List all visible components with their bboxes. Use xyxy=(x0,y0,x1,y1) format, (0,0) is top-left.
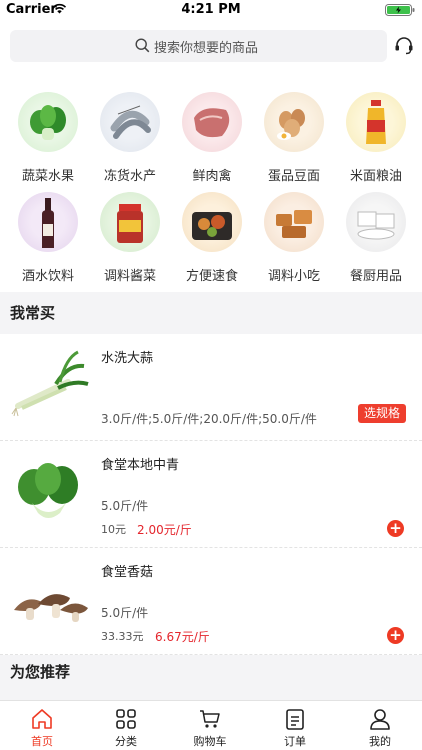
product-spec: 3.0斤/件;5.0斤/件;20.0斤/件;50.0斤/件 xyxy=(101,412,317,426)
product-image-greens xyxy=(18,463,78,518)
add-to-cart-button[interactable]: + xyxy=(387,627,404,644)
product-card[interactable]: 水洗大蒜 3.0斤/件;5.0斤/件;20.0斤/件;50.0斤/件 选规格 xyxy=(0,334,422,441)
battery-icon xyxy=(385,4,415,16)
category-label: 鲜肉禽 xyxy=(192,169,232,184)
category-vegetables[interactable]: 蔬菜水果 xyxy=(8,92,88,192)
section-title-recommend: 为您推荐 xyxy=(10,663,71,681)
category-label: 餐厨用品 xyxy=(349,269,402,284)
tab-cart[interactable]: 购物车 xyxy=(168,701,252,750)
category-tableware[interactable]: 餐厨用品 xyxy=(336,192,416,292)
product-name: 食堂香菇 xyxy=(101,565,154,580)
category-label: 米面粮油 xyxy=(349,169,402,184)
meat-icon xyxy=(182,92,242,152)
wine-icon xyxy=(18,192,78,252)
order-icon xyxy=(286,709,304,730)
clock: 4:21 PM xyxy=(181,2,241,17)
search-bar[interactable]: 搜索你想要的商品 xyxy=(10,30,387,62)
product-unit-price: 33.33元 xyxy=(101,630,144,643)
category-snacks[interactable]: 调料小吃 xyxy=(254,192,334,292)
product-name: 水洗大蒜 xyxy=(101,351,154,366)
product-name: 食堂本地中青 xyxy=(101,458,180,473)
category-sauces[interactable]: 调料酱菜 xyxy=(90,192,170,292)
category-label: 蔬菜水果 xyxy=(21,169,74,184)
product-image-garlic xyxy=(11,350,89,417)
tab-label: 购物车 xyxy=(193,735,227,748)
search-placeholder: 搜索你想要的商品 xyxy=(154,41,259,56)
tab-label: 我的 xyxy=(369,735,391,748)
section-title-frequent: 我常买 xyxy=(10,304,56,322)
snack-icon xyxy=(264,192,324,252)
customer-service-icon[interactable] xyxy=(394,36,414,56)
category-label: 调料小吃 xyxy=(267,269,320,284)
tab-home[interactable]: 首页 xyxy=(0,701,84,750)
category-rice-oil[interactable]: 米面粮油 xyxy=(336,92,416,192)
category-label: 蛋品豆面 xyxy=(267,169,320,184)
category-label: 调料酱菜 xyxy=(103,269,156,284)
tableware-icon xyxy=(346,192,406,252)
category-eggs-tofu[interactable]: 蛋品豆面 xyxy=(254,92,334,192)
category-frozen-seafood[interactable]: 冻货水产 xyxy=(90,92,170,192)
oil-icon xyxy=(346,92,406,152)
tab-label: 首页 xyxy=(31,735,53,748)
egg-icon xyxy=(264,92,324,152)
sauce-jar-icon xyxy=(100,192,160,252)
category-instant-food[interactable]: 方便速食 xyxy=(172,192,252,292)
tab-bar: 首页 分类 购物车 订单 我的 xyxy=(0,700,422,750)
product-price: 2.00元/斤 xyxy=(137,523,192,537)
product-spec: 5.0斤/件 xyxy=(101,606,149,620)
home-icon xyxy=(32,709,52,729)
select-spec-button[interactable]: 选规格 xyxy=(357,404,406,423)
category-fresh-meat[interactable]: 鲜肉禽 xyxy=(172,92,252,192)
grid-icon xyxy=(116,709,136,729)
tab-label: 分类 xyxy=(115,735,137,748)
instant-food-icon xyxy=(182,192,242,252)
status-bar: Carrier 4:21 PM xyxy=(0,0,422,20)
tab-label: 订单 xyxy=(284,735,306,748)
shrimp-icon xyxy=(100,92,160,152)
tab-orders[interactable]: 订单 xyxy=(253,701,337,750)
category-grid: 蔬菜水果 冻货水产 鲜肉禽 蛋品豆面 米面粮油 酒水饮料 调料酱菜 方便速食 调… xyxy=(0,72,422,292)
category-label: 酒水饮料 xyxy=(21,269,74,284)
product-price: 6.67元/斤 xyxy=(155,630,210,644)
product-card[interactable]: 食堂香菇 5.0斤/件 33.33元 6.67元/斤 + xyxy=(0,548,422,655)
product-image-mushroom xyxy=(14,594,88,622)
cart-icon xyxy=(200,710,220,728)
product-card[interactable]: 食堂本地中青 5.0斤/件 10元 2.00元/斤 + xyxy=(0,441,422,548)
tab-profile[interactable]: 我的 xyxy=(338,701,422,750)
category-label: 冻货水产 xyxy=(103,169,156,184)
frequent-product-list: 水洗大蒜 3.0斤/件;5.0斤/件;20.0斤/件;50.0斤/件 选规格 食… xyxy=(0,330,422,655)
product-spec: 5.0斤/件 xyxy=(101,499,149,513)
product-unit-price: 10元 xyxy=(101,523,126,536)
search-icon xyxy=(135,38,150,53)
add-to-cart-button[interactable]: + xyxy=(387,520,404,537)
tab-category[interactable]: 分类 xyxy=(84,701,168,750)
user-icon xyxy=(370,709,390,730)
category-drinks[interactable]: 酒水饮料 xyxy=(8,192,88,292)
category-label: 方便速食 xyxy=(185,269,238,284)
vegetable-icon xyxy=(18,92,78,152)
header: 搜索你想要的商品 xyxy=(0,20,422,72)
